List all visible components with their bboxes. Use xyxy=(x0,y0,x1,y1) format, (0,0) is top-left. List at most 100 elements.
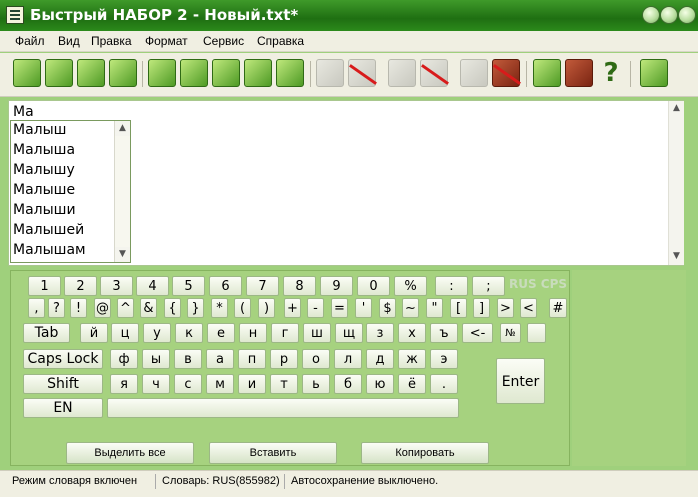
tab-key[interactable]: Tab xyxy=(23,323,70,343)
scroll-down-icon[interactable]: ▼ xyxy=(669,249,684,264)
key[interactable]: , xyxy=(28,298,45,318)
key[interactable]: и xyxy=(238,374,266,394)
key[interactable]: ф xyxy=(110,349,138,369)
key[interactable]: 5 xyxy=(172,276,205,296)
key[interactable]: 4 xyxy=(136,276,169,296)
key[interactable]: щ xyxy=(335,323,363,343)
key[interactable]: ё xyxy=(398,374,426,394)
suggestion-scrollbar[interactable]: ▲ ▼ xyxy=(114,121,130,262)
key[interactable]: л xyxy=(334,349,362,369)
key[interactable]: т xyxy=(270,374,298,394)
sound-off-icon[interactable] xyxy=(348,59,376,87)
save-icon[interactable] xyxy=(212,59,240,87)
key[interactable]: г xyxy=(271,323,299,343)
key[interactable]: з xyxy=(366,323,394,343)
page-icon[interactable] xyxy=(109,59,137,87)
key[interactable]: > xyxy=(497,298,514,318)
language-key[interactable]: EN xyxy=(23,398,103,418)
key[interactable]: : xyxy=(435,276,468,296)
open-folder-icon[interactable] xyxy=(45,59,73,87)
key[interactable]: . xyxy=(430,374,458,394)
menu-file[interactable]: Файл xyxy=(15,34,45,48)
app-icon[interactable] xyxy=(6,6,24,24)
list-item[interactable]: Малыши xyxy=(13,202,76,218)
key[interactable]: ; xyxy=(472,276,505,296)
select-all-button[interactable]: Выделить все xyxy=(66,442,194,464)
key[interactable]: < xyxy=(520,298,537,318)
key[interactable]: & xyxy=(140,298,157,318)
close-button[interactable] xyxy=(678,6,696,24)
backspace-key[interactable]: <- xyxy=(462,323,493,343)
edit-pen-icon[interactable] xyxy=(148,59,176,87)
key[interactable]: 9 xyxy=(320,276,353,296)
key[interactable]: с xyxy=(174,374,202,394)
tools-icon[interactable] xyxy=(533,59,561,87)
key[interactable]: ж xyxy=(398,349,426,369)
key[interactable]: ^ xyxy=(117,298,134,318)
list-item[interactable]: Малышам xyxy=(13,242,86,258)
key[interactable]: - xyxy=(307,298,324,318)
copy-button[interactable]: Копировать xyxy=(361,442,489,464)
editor-text[interactable]: Ма xyxy=(13,104,34,120)
menu-view[interactable]: Вид xyxy=(58,34,80,48)
list-item[interactable]: Малыше xyxy=(13,182,75,198)
key[interactable]: б xyxy=(334,374,362,394)
key[interactable]: а xyxy=(206,349,234,369)
key[interactable]: ш xyxy=(303,323,331,343)
help-icon[interactable]: ? xyxy=(597,59,625,87)
scroll-up-icon[interactable]: ▲ xyxy=(115,121,130,136)
key[interactable]: ? xyxy=(48,298,65,318)
key[interactable]: 0 xyxy=(357,276,390,296)
editor-scrollbar[interactable]: ▲ ▼ xyxy=(668,101,684,265)
blank-key[interactable] xyxy=(527,323,546,343)
scroll-down-icon[interactable]: ▼ xyxy=(115,247,130,262)
shift-key[interactable]: Shift xyxy=(23,374,103,394)
new-file-icon[interactable] xyxy=(13,59,41,87)
key[interactable]: ц xyxy=(111,323,139,343)
key[interactable]: к xyxy=(175,323,203,343)
eraser-icon[interactable] xyxy=(77,59,105,87)
key[interactable]: ь xyxy=(302,374,330,394)
key[interactable]: * xyxy=(211,298,228,318)
key[interactable]: в xyxy=(174,349,202,369)
keyboard-off-icon[interactable] xyxy=(420,59,448,87)
key[interactable]: у xyxy=(143,323,171,343)
save-all-icon[interactable] xyxy=(244,59,272,87)
key[interactable]: м xyxy=(206,374,234,394)
key[interactable]: ы xyxy=(142,349,170,369)
key[interactable]: @ xyxy=(94,298,111,318)
list-item[interactable]: Малышу xyxy=(13,162,75,178)
key[interactable]: е xyxy=(207,323,235,343)
caps-lock-key[interactable]: Caps Lock xyxy=(23,349,103,369)
minimize-button[interactable] xyxy=(642,6,660,24)
key[interactable]: й xyxy=(80,323,108,343)
key[interactable]: д xyxy=(366,349,394,369)
enter-key[interactable]: Enter xyxy=(496,358,545,404)
key[interactable]: ( xyxy=(234,298,251,318)
exit-icon[interactable] xyxy=(640,59,668,87)
key[interactable]: я xyxy=(110,374,138,394)
key[interactable]: 6 xyxy=(209,276,242,296)
key[interactable]: э xyxy=(430,349,458,369)
scroll-up-icon[interactable]: ▲ xyxy=(669,101,684,116)
key[interactable]: 8 xyxy=(283,276,316,296)
key[interactable]: % xyxy=(394,276,427,296)
key[interactable]: р xyxy=(270,349,298,369)
key[interactable]: # xyxy=(549,298,567,318)
key[interactable]: ю xyxy=(366,374,394,394)
key[interactable]: } xyxy=(187,298,204,318)
space-key[interactable] xyxy=(107,398,459,418)
key[interactable]: + xyxy=(284,298,301,318)
paste-button[interactable]: Вставить xyxy=(209,442,337,464)
list-item[interactable]: Малыша xyxy=(13,142,75,158)
list-item[interactable]: Малышей xyxy=(13,222,84,238)
key[interactable]: ~ xyxy=(402,298,419,318)
key[interactable]: ] xyxy=(473,298,490,318)
suggestion-list[interactable]: Малыш Малыша Малышу Малыше Малыши Малыше… xyxy=(10,120,131,263)
key[interactable]: [ xyxy=(450,298,467,318)
menu-service[interactable]: Сервис xyxy=(203,34,244,48)
menu-format[interactable]: Формат xyxy=(145,34,188,48)
books-icon[interactable] xyxy=(565,59,593,87)
key[interactable]: н xyxy=(239,323,267,343)
open-file-icon[interactable] xyxy=(180,59,208,87)
